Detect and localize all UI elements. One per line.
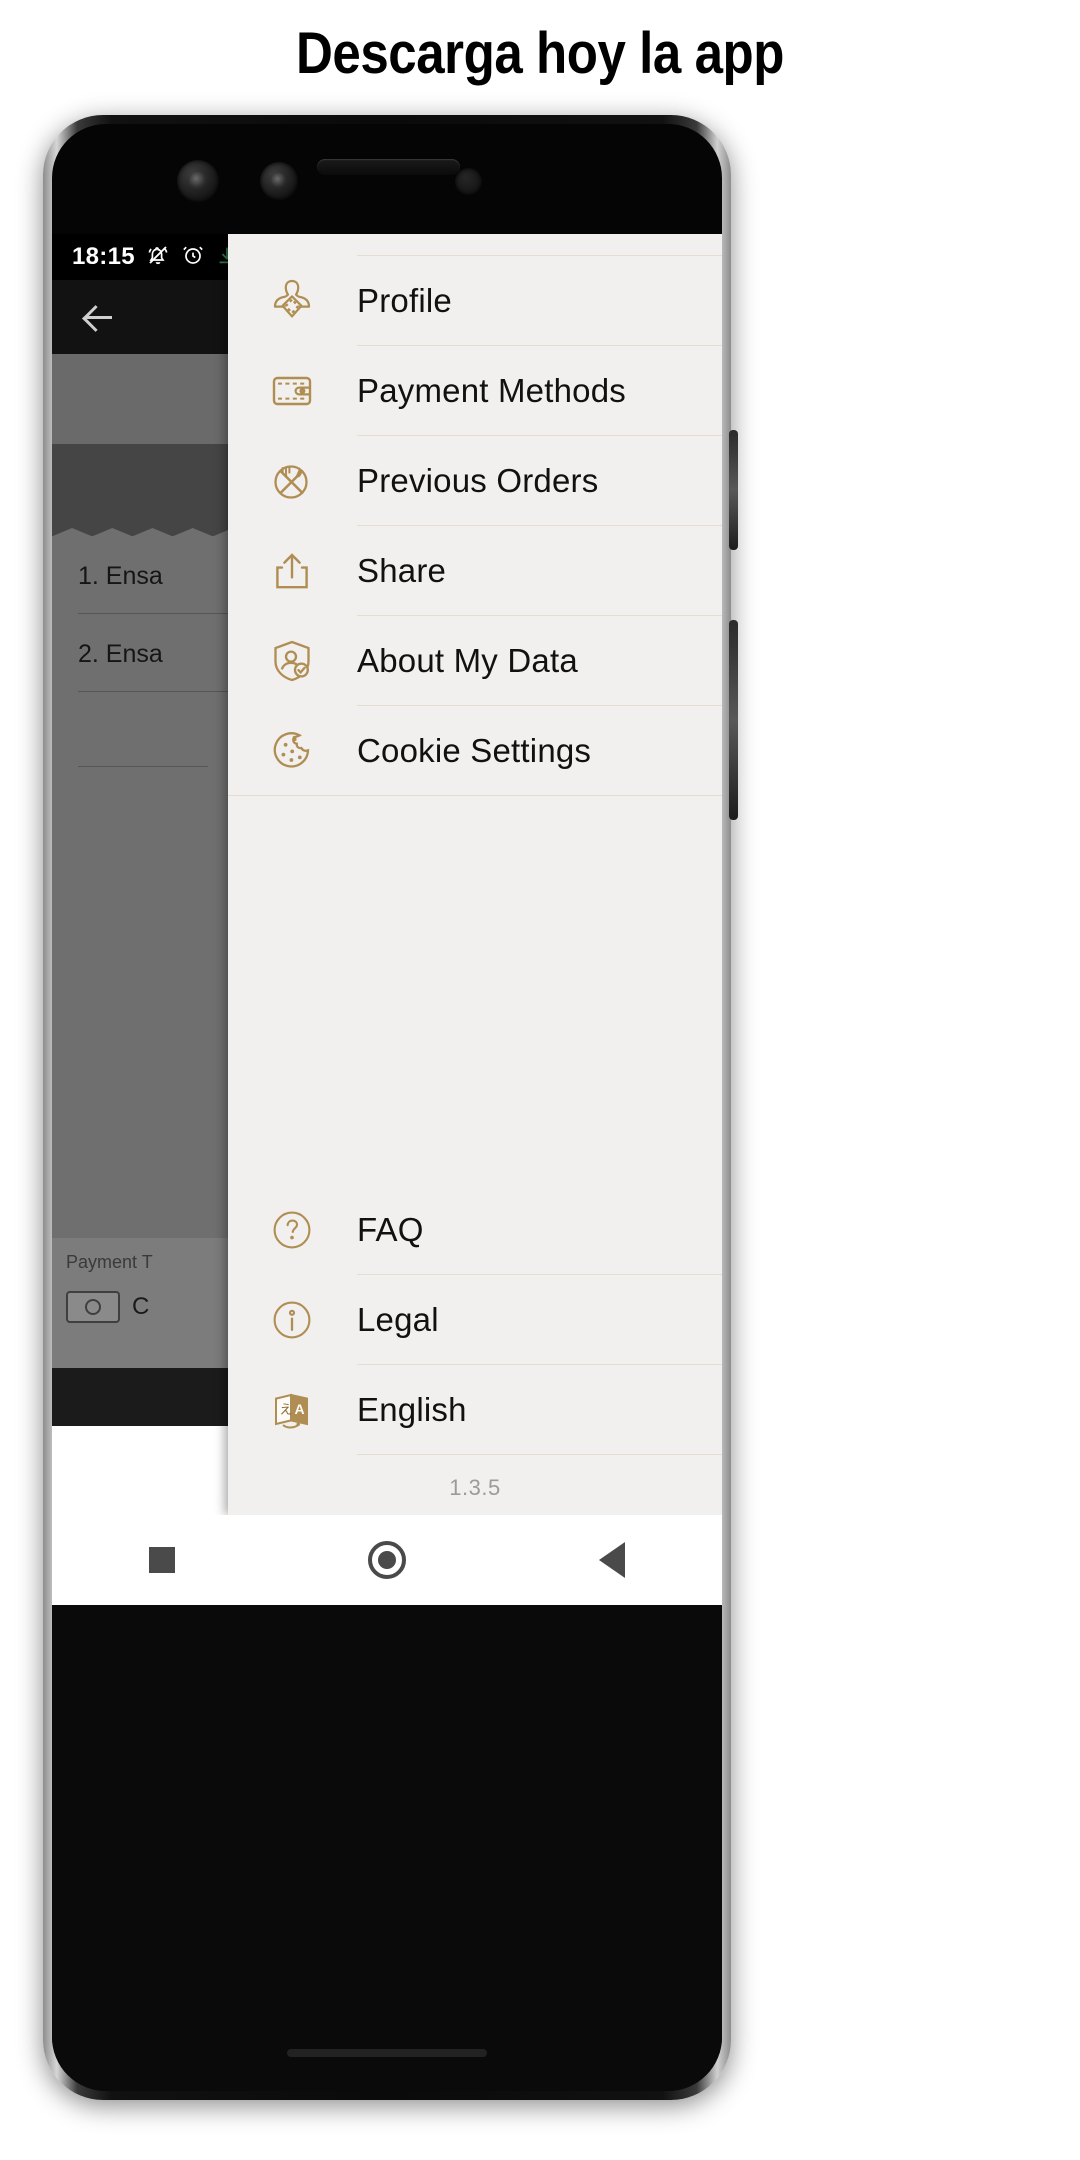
- drawer-item-label: English: [357, 1390, 467, 1428]
- drawer-item-label: About My Data: [357, 641, 578, 679]
- receipt-divider-short: [78, 766, 208, 767]
- share-upload-icon: [255, 540, 329, 602]
- drawer-primary-section: Profile Payment Methods Previous Orders …: [228, 234, 722, 796]
- proximity-sensor-icon: [455, 168, 482, 195]
- drawer-item-label: FAQ: [357, 1210, 424, 1248]
- drawer-item-profile[interactable]: Profile: [228, 256, 722, 345]
- drawer-secondary-section: FAQ Legal え A English 1.3.5: [228, 1185, 722, 1515]
- volume-button[interactable]: [729, 620, 738, 820]
- drawer-item-label: Share: [357, 551, 447, 589]
- drawer-item-payment-methods[interactable]: Payment Methods: [228, 346, 722, 435]
- info-circle-icon: [255, 1289, 329, 1351]
- cutlery-circle-icon: [255, 450, 329, 512]
- back-triangle-icon[interactable]: [599, 1542, 626, 1578]
- alarm-icon: [181, 243, 205, 272]
- drawer-item-label: Legal: [357, 1300, 439, 1338]
- sensor-camera-icon: [260, 162, 298, 200]
- recents-square-icon[interactable]: [148, 1547, 175, 1573]
- phone-lower-bezel: [52, 1605, 722, 2091]
- drawer-item-cookie-settings[interactable]: Cookie Settings: [228, 706, 722, 795]
- power-button[interactable]: [729, 430, 738, 550]
- drawer-item-label: Cookie Settings: [357, 731, 592, 769]
- page-title: Descarga hoy la app: [295, 21, 785, 86]
- question-circle-icon: [255, 1199, 329, 1261]
- navigation-drawer: Profile Payment Methods Previous Orders …: [228, 234, 722, 1515]
- status-time: 18:15: [72, 243, 135, 270]
- profile-icon: [255, 270, 329, 332]
- phone-mockup: 18:15 1. Ensa 2. Ensa Payment T C Profil…: [43, 115, 738, 2100]
- chin-speaker-bar: [287, 2049, 487, 2057]
- cash-icon: [66, 1291, 120, 1323]
- drawer-item-faq[interactable]: FAQ: [228, 1185, 722, 1274]
- device-screen: 18:15 1. Ensa 2. Ensa Payment T C Profil…: [52, 234, 722, 1515]
- bell-muted-icon: [146, 243, 170, 272]
- phone-screen-frame: 18:15 1. Ensa 2. Ensa Payment T C Profil…: [52, 124, 722, 2091]
- page-root: Descarga hoy la app 18:15 1. Ensa 2. Ens…: [0, 0, 1080, 2160]
- svg-text:A: A: [295, 1401, 305, 1417]
- translate-icon: え A: [255, 1379, 329, 1441]
- front-camera-icon: [177, 160, 219, 202]
- shield-user-check-icon: [255, 630, 329, 692]
- android-nav-bar: [52, 1515, 722, 1605]
- app-version: 1.3.5: [449, 1475, 501, 1500]
- drawer-item-language[interactable]: え A English: [228, 1365, 722, 1454]
- cookie-icon: [255, 720, 329, 782]
- drawer-item-label: Payment Methods: [357, 371, 626, 409]
- earpiece-speaker: [317, 159, 460, 175]
- home-circle-icon[interactable]: [367, 1541, 406, 1579]
- drawer-item-label: Profile: [357, 281, 452, 319]
- drawer-item-legal[interactable]: Legal: [228, 1275, 722, 1364]
- drawer-item-about-my-data[interactable]: About My Data: [228, 616, 722, 705]
- wallet-icon: [255, 360, 329, 422]
- svg-text:え: え: [280, 1403, 293, 1418]
- drawer-item-label: Previous Orders: [357, 461, 599, 499]
- drawer-item-previous-orders[interactable]: Previous Orders: [228, 436, 722, 525]
- payment-value: C: [132, 1293, 150, 1320]
- drawer-item-share[interactable]: Share: [228, 526, 722, 615]
- back-arrow-icon[interactable]: [78, 297, 118, 337]
- drawer-spacer: [228, 796, 722, 1185]
